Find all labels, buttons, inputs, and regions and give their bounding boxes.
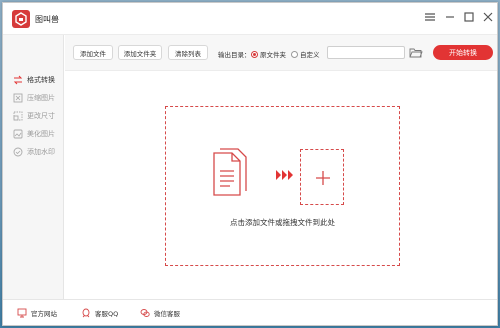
radio-unselected-icon [291,50,298,58]
official-website-link[interactable]: 官方网站 [17,308,57,318]
compress-icon [13,93,23,103]
footer: 官方网站 客服QQ 微信客服 [3,299,497,325]
radio-custom-label: 自定义 [300,51,320,59]
add-file-button[interactable]: 添加文件 [73,45,113,60]
sidebar-item-resize[interactable]: 更改尺寸 [3,107,64,125]
wechat-icon [140,309,150,317]
official-website-label: 官方网站 [31,310,57,318]
documents-icon [213,148,247,196]
add-file-box[interactable] [300,149,344,205]
arrows-right-icon [276,170,293,180]
sidebar-item-label: 格式转换 [27,76,55,84]
app-title: 图叫兽 [35,15,59,24]
radio-original-folder[interactable]: 原文件夹 [251,49,286,59]
sidebar-item-label: 添加水印 [27,148,55,156]
sidebar-item-format-convert[interactable]: 格式转换 [3,71,64,89]
output-directory-label: 输出目录： [218,51,251,59]
clear-list-button[interactable]: 清除列表 [168,45,208,60]
output-path-input[interactable] [327,46,405,59]
radio-original-label: 原文件夹 [260,51,286,59]
plus-icon [316,171,330,185]
beautify-icon [13,129,23,139]
folder-icon[interactable] [409,46,423,59]
watermark-icon [13,147,23,157]
title-bar: 图叫兽 [3,3,497,35]
toolbar: 添加文件 添加文件夹 清除列表 输出目录： 原文件夹 自定义 开始转换 [65,35,497,71]
sidebar-item-label: 美化图片 [27,130,55,138]
sidebar-item-watermark[interactable]: 添加水印 [3,143,64,161]
support-qq-label: 客服QQ [95,310,119,318]
drop-hint-text: 点击添加文件或拖拽文件到此处 [230,218,335,227]
app-logo-icon [12,10,30,28]
wechat-support-label: 微信客服 [154,310,180,318]
support-qq-link[interactable]: 客服QQ [81,308,118,318]
sidebar-item-label: 压缩图片 [27,94,55,102]
minimize-icon[interactable] [442,9,458,25]
sidebar-item-compress[interactable]: 压缩图片 [3,89,64,107]
resize-icon [13,111,23,121]
start-convert-button[interactable]: 开始转换 [433,45,493,60]
close-icon[interactable] [480,9,496,25]
menu-icon[interactable] [422,9,438,25]
add-folder-button[interactable]: 添加文件夹 [118,45,162,60]
qq-icon [82,308,90,318]
sidebar-item-beautify[interactable]: 美化图片 [3,125,64,143]
wechat-support-link[interactable]: 微信客服 [140,308,180,318]
sidebar: 格式转换 压缩图片 更改尺寸 美化图片 添加水印 [3,35,64,300]
format-convert-icon [13,75,23,85]
sidebar-item-label: 更改尺寸 [27,112,55,120]
radio-custom-folder[interactable]: 自定义 [291,49,320,59]
app-window: 图叫兽 格式转换 压缩图片 更改尺寸 美化图片 添加水印 添加文件 添加文件夹 … [2,2,498,326]
radio-selected-icon [251,50,258,58]
file-drop-zone[interactable]: 点击添加文件或拖拽文件到此处 [165,106,400,266]
monitor-icon [17,308,27,318]
maximize-icon[interactable] [461,9,477,25]
